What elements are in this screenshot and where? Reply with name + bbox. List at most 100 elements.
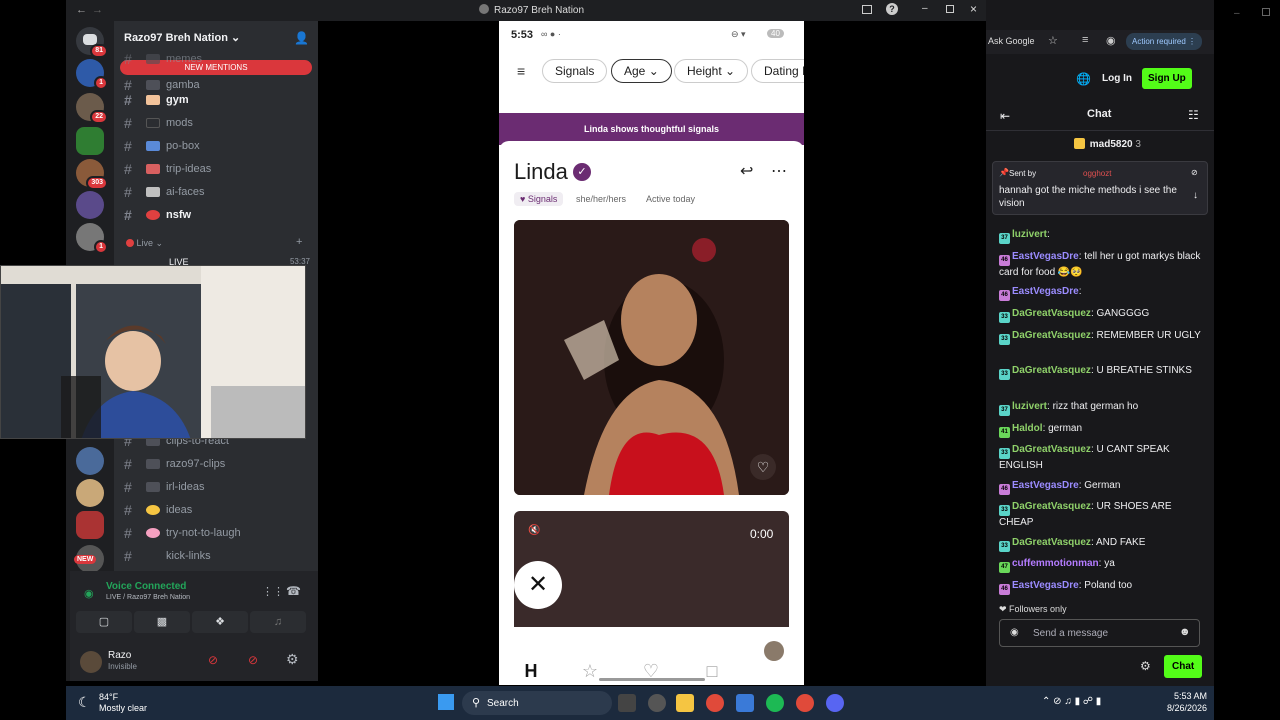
windows-start-icon[interactable] xyxy=(438,694,454,710)
hinge-home-icon[interactable]: H xyxy=(520,661,542,683)
chrome-icon[interactable] xyxy=(706,694,724,712)
chat-settings-gear-icon[interactable]: ⚙ xyxy=(1140,659,1151,673)
action-required-button[interactable]: Action required ⋮ xyxy=(1126,33,1203,50)
channel-mods[interactable]: # mods xyxy=(124,113,314,133)
chat-input[interactable]: ◉ Send a message ☻ xyxy=(999,619,1200,647)
voice-status[interactable]: Voice Connected xyxy=(106,581,186,592)
forward-arrow-icon[interactable]: → xyxy=(92,4,103,16)
globe-icon[interactable]: 🌐 xyxy=(1076,72,1091,86)
expand-arrow-icon[interactable]: ↓ xyxy=(1193,190,1198,201)
standouts-star-icon[interactable]: ☆ xyxy=(579,661,601,683)
channel-memes[interactable]: # memes xyxy=(124,49,314,69)
voice-location[interactable]: LIVE / Razo97 Breh Nation xyxy=(106,594,190,601)
profile-icon[interactable]: ◉ xyxy=(1106,34,1116,47)
taskbar-search[interactable]: ⚲ Search xyxy=(462,691,612,715)
server-icon-9[interactable] xyxy=(76,511,104,539)
add-member-icon[interactable]: 👤 xyxy=(294,31,309,45)
weather-desc[interactable]: Mostly clear xyxy=(99,703,147,713)
channel-ideas[interactable]: # ideas xyxy=(124,500,314,520)
mute-icon[interactable]: 🔇 xyxy=(528,525,540,536)
spotify-icon[interactable] xyxy=(766,694,784,712)
task-view-icon[interactable] xyxy=(618,694,636,712)
discord-home-icon[interactable]: 81 xyxy=(76,27,108,58)
channel-nsfw[interactable]: # nsfw xyxy=(124,205,314,225)
screen-share-button[interactable]: ▩ xyxy=(134,611,190,633)
file-explorer-icon[interactable] xyxy=(676,694,694,712)
undo-icon[interactable]: ↩ xyxy=(740,161,753,181)
add-channel-icon[interactable]: + xyxy=(296,236,302,248)
filter-sliders-icon[interactable]: ≡ xyxy=(517,63,525,79)
chat-username[interactable]: cuffemmotionman xyxy=(1012,558,1099,569)
obs-icon[interactable] xyxy=(648,694,666,712)
filter-height[interactable]: Height ⌄ xyxy=(674,59,749,83)
chat-send-button[interactable]: Chat xyxy=(1164,655,1203,678)
chat-username[interactable]: DaGreatVasquez xyxy=(1012,537,1091,548)
channel-kick-links[interactable]: # kick-links xyxy=(124,546,314,566)
login-button[interactable]: Log In xyxy=(1102,73,1132,84)
server-icon-5[interactable] xyxy=(76,191,104,219)
discord-icon[interactable] xyxy=(826,694,844,712)
channel-razo97-clips[interactable]: # razo97-clips xyxy=(124,454,314,474)
minimize-icon[interactable]: – xyxy=(922,3,928,14)
server-icon-1[interactable]: 1 xyxy=(76,59,108,90)
live-category[interactable]: Live ⌄ xyxy=(126,238,163,249)
channel-gym[interactable]: # gym xyxy=(124,90,314,110)
system-tray-icons[interactable]: ⌃ ⊘ ♫ ▮ ☍ ▮ xyxy=(1042,696,1101,707)
clock-date[interactable]: 8/26/2026 xyxy=(1159,703,1207,713)
chrome-profile-icon[interactable] xyxy=(796,694,814,712)
server-icon-4[interactable]: 303 xyxy=(76,159,108,190)
photos-icon[interactable] xyxy=(736,694,754,712)
maximize-icon[interactable] xyxy=(946,5,954,13)
chat-leaderboard[interactable]: mad5820 3 xyxy=(1074,138,1141,150)
disconnect-icon[interactable]: ☎ xyxy=(286,584,301,598)
chat-username[interactable]: DaGreatVasquez xyxy=(1012,365,1091,376)
emote-picker-icon[interactable]: ☻ xyxy=(1179,626,1191,638)
server-icon-3[interactable] xyxy=(76,127,104,155)
browser-maximize-icon[interactable] xyxy=(1262,8,1270,16)
ask-google-button[interactable]: Ask Google xyxy=(988,36,1035,46)
server-icon-8[interactable] xyxy=(76,479,104,507)
chat-username[interactable]: DaGreatVasquez xyxy=(1012,501,1091,512)
tab-search-icon[interactable]: ≡ xyxy=(1082,34,1088,46)
chat-username[interactable]: luzivert xyxy=(1012,401,1047,412)
activities-button[interactable]: ❖ xyxy=(192,611,248,633)
signup-button[interactable]: Sign Up xyxy=(1142,68,1192,89)
input-badge-icon[interactable]: ◉ xyxy=(1010,627,1019,638)
chat-username[interactable]: EastVegasDre xyxy=(1012,286,1079,297)
bookmark-star-icon[interactable]: ☆ xyxy=(1048,34,1058,47)
filter-dating-intentions[interactable]: Dating In xyxy=(751,59,804,83)
chat-username[interactable]: EastVegasDre xyxy=(1012,480,1079,491)
chat-username[interactable]: DaGreatVasquez xyxy=(1012,308,1091,319)
weather-temp[interactable]: 84°F xyxy=(99,692,118,702)
skip-x-button[interactable]: ✕ xyxy=(514,561,562,609)
server-icon-2[interactable]: 22 xyxy=(76,93,108,124)
chat-username[interactable]: Haldol xyxy=(1012,423,1043,434)
server-icon-6[interactable]: 1 xyxy=(76,223,108,254)
chat-username[interactable]: EastVegasDre xyxy=(1012,251,1079,262)
hide-pin-icon[interactable]: ⊘ xyxy=(1191,168,1198,177)
clock-time[interactable]: 5:53 AM xyxy=(1167,691,1207,701)
chat-username[interactable]: luzivert xyxy=(1012,229,1047,240)
camera-off-button[interactable]: ▢ xyxy=(76,611,132,633)
collapse-chat-icon[interactable]: ⇤ xyxy=(1000,109,1010,123)
chat-username[interactable]: DaGreatVasquez xyxy=(1012,444,1091,455)
channel-ai-faces[interactable]: # ai-faces xyxy=(124,182,314,202)
avatar[interactable] xyxy=(80,651,102,673)
browser-minimize-icon[interactable]: – xyxy=(1234,8,1240,19)
mic-muted-icon[interactable]: ⊘ xyxy=(208,653,218,667)
channel-po-box[interactable]: # po-box xyxy=(124,136,314,156)
chat-username[interactable]: DaGreatVasquez xyxy=(1012,330,1091,341)
server-name[interactable]: Razo97 Breh Nation ⌄ xyxy=(124,31,240,44)
server-icon-7[interactable] xyxy=(76,447,104,475)
headset-deafened-icon[interactable]: ⊘ xyxy=(248,653,258,667)
inbox-icon[interactable] xyxy=(862,5,872,14)
noise-suppression-icon[interactable]: ⋮⋮ xyxy=(262,585,284,598)
filter-age[interactable]: Age ⌄ xyxy=(611,59,672,83)
channel-trip-ideas[interactable]: # trip-ideas xyxy=(124,159,314,179)
channel-try-not-to-laugh[interactable]: # try-not-to-laugh xyxy=(124,523,314,543)
chat-username[interactable]: EastVegasDre xyxy=(1012,580,1079,591)
soundboard-button[interactable]: ♫ xyxy=(250,611,306,633)
channel-irl-ideas[interactable]: # irl-ideas xyxy=(124,477,314,497)
back-arrow-icon[interactable]: ← xyxy=(76,4,87,16)
server-icon-10[interactable]: NEW xyxy=(74,545,104,573)
